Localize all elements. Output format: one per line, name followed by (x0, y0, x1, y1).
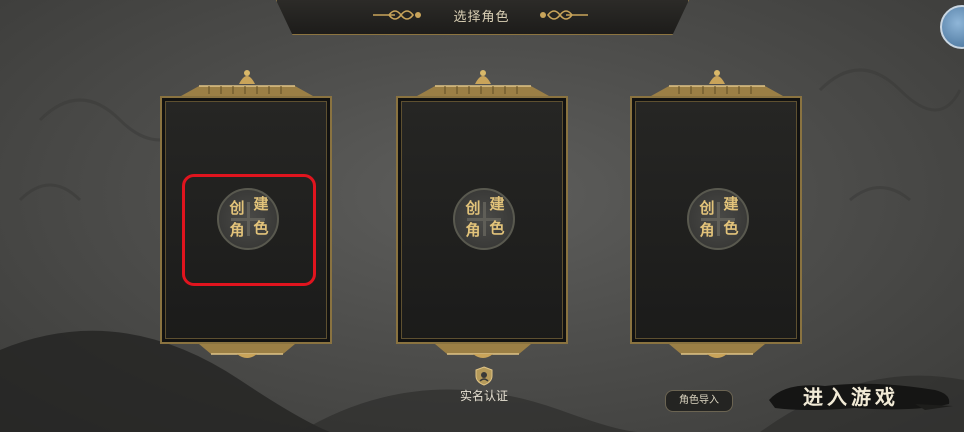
real-name-label: 实名认证 (459, 389, 508, 403)
create-character-button[interactable]: 创 建 角 色 (453, 188, 515, 250)
player-avatar[interactable] (940, 5, 964, 49)
create-char-1: 创 (465, 199, 481, 217)
page-title: 选择角色 (453, 10, 510, 25)
create-char-2: 建 (489, 195, 505, 213)
create-character-button[interactable]: 创 建 角 色 (687, 188, 749, 250)
slot-base-ornament-icon (669, 344, 765, 358)
create-char-4: 色 (489, 219, 505, 237)
enter-game-button[interactable]: 进入游戏 (765, 376, 955, 416)
import-character-button[interactable]: 角色导入 (665, 390, 733, 412)
selection-highlight-box (182, 174, 316, 286)
slot-base-ornament-icon (199, 344, 295, 358)
slot-roof-ornament-icon (417, 70, 549, 96)
character-card[interactable]: 创 建 角 色 (396, 96, 568, 344)
right-cloud-ornament-icon (540, 10, 588, 20)
enter-game-label: 进入游戏 (803, 385, 899, 409)
shield-icon (475, 366, 493, 386)
slot-roof-ornament-icon (181, 70, 313, 96)
create-char-3: 角 (699, 221, 715, 239)
title-bar: 选择角色 (276, 0, 689, 35)
create-char-3: 角 (465, 221, 481, 239)
create-char-4: 色 (723, 219, 739, 237)
real-name-verification-button[interactable]: 实名认证 (454, 366, 514, 406)
slot-roof-ornament-icon (651, 70, 783, 96)
create-char-1: 创 (699, 199, 715, 217)
slot-base-ornament-icon (435, 344, 531, 358)
character-slot-3: 创 建 角 色 (629, 68, 805, 360)
character-slot-2: 创 建 角 色 (395, 68, 571, 360)
create-char-2: 建 (723, 195, 739, 213)
character-card[interactable]: 创 建 角 色 (630, 96, 802, 344)
